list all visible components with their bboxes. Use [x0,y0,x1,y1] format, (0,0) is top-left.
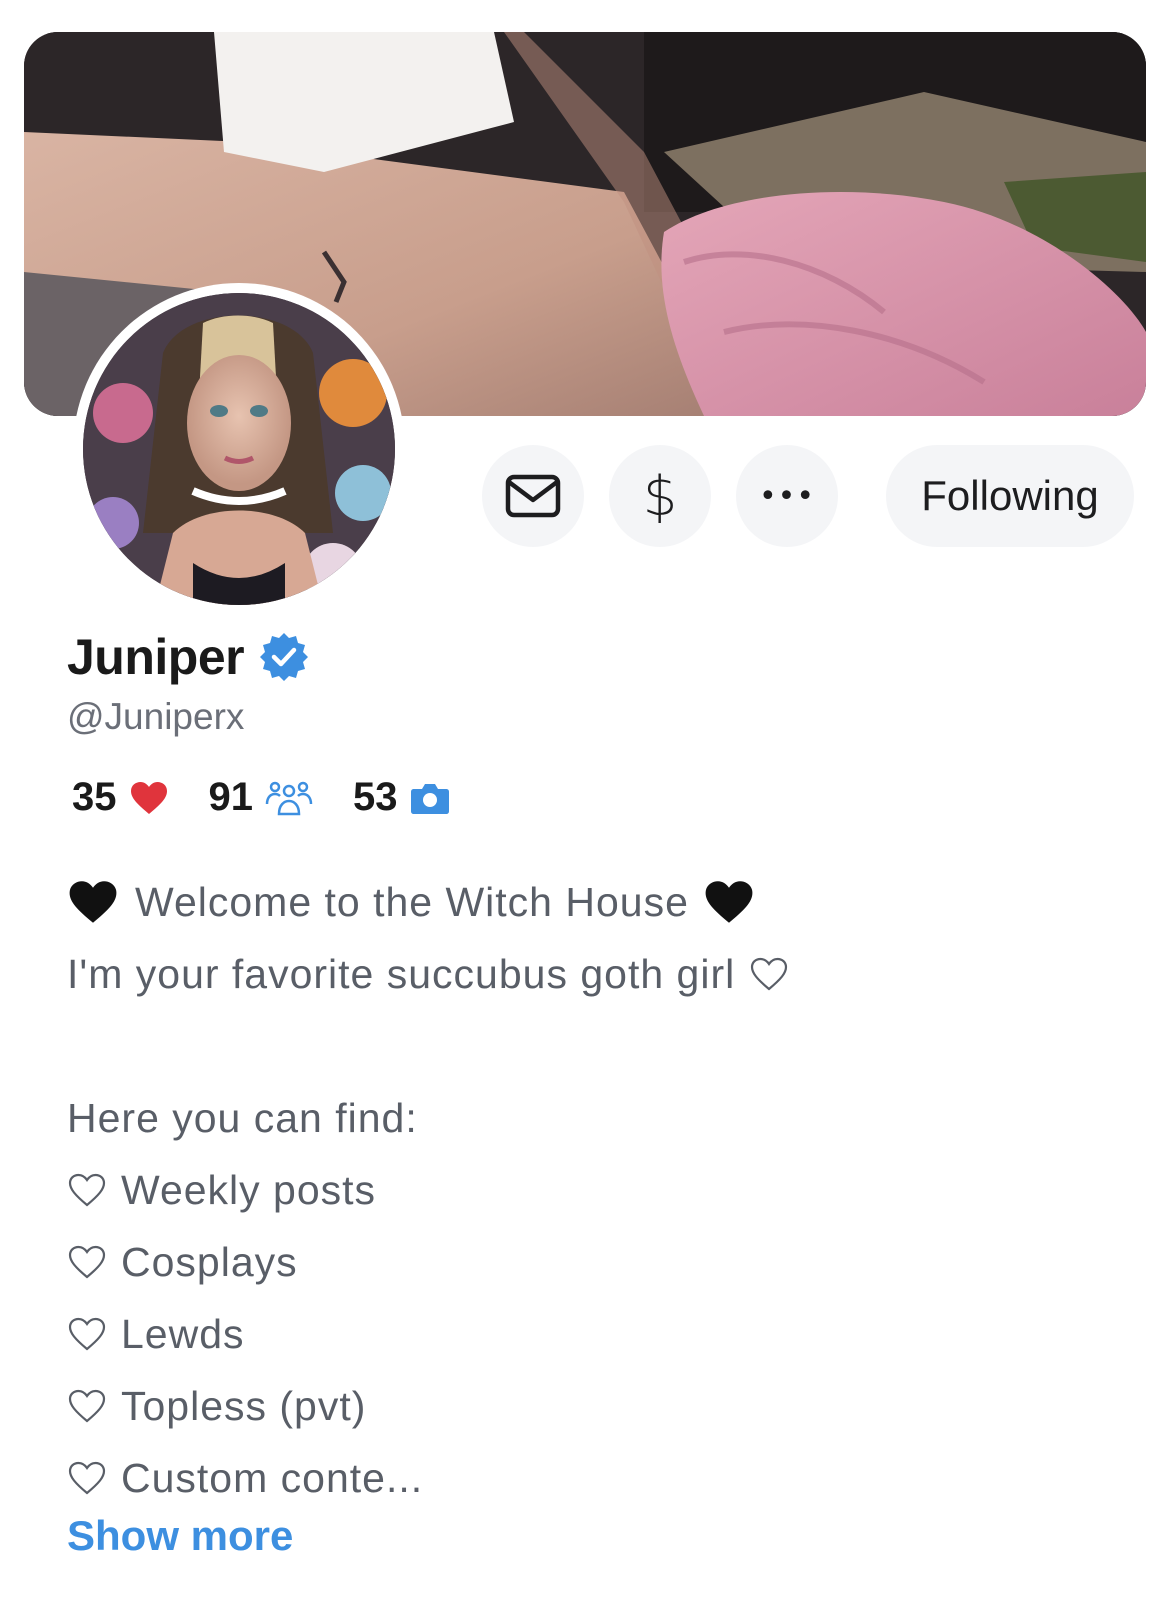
black-heart-icon [69,881,117,923]
bio-list-heading: Here you can find: [67,1082,1127,1154]
bio-item-text: Weekly posts [121,1166,377,1213]
heart-outline-icon [68,1245,106,1279]
people-icon [265,781,313,815]
bio-list-item: Weekly posts [67,1154,1127,1226]
envelope-icon [505,474,561,518]
bio-list-item: Lewds [67,1298,1127,1370]
heart-outline-icon [68,1461,106,1495]
more-options-button[interactable]: ••• [736,445,838,547]
heart-icon [130,781,167,814]
tip-button[interactable]: $ [609,445,711,547]
likes-count: 35 [72,775,117,819]
message-button[interactable] [482,445,584,547]
bio-line-2: I'm your favorite succubus goth girl [67,950,736,997]
username-handle: @Juniperx [67,696,245,737]
heart-outline-icon [68,1317,106,1351]
avatar[interactable] [73,283,405,615]
display-name: Juniper [67,629,245,685]
profile-name-row: Juniper [67,628,310,686]
avatar-image [83,293,395,605]
bio-line-3: Here you can find: [67,1094,418,1141]
heart-outline-icon [68,1173,106,1207]
bio: Welcome to the Witch House I'm your favo… [67,866,1127,1514]
bio-line-1: Welcome to the Witch House [135,878,689,925]
black-heart-icon [705,881,753,923]
bio-item-text: Custom conte... [121,1454,424,1501]
heart-outline-icon [751,957,788,991]
show-more-link[interactable]: Show more [67,1512,293,1560]
photos-count: 53 [353,775,398,819]
heart-outline-icon [68,1389,106,1423]
dollar-icon: $ [642,464,678,528]
bio-list-item: Custom conte... [67,1442,1127,1514]
likes-stat: 35 [72,775,169,820]
bio-list-item: Topless (pvt) [67,1370,1127,1442]
subscribers-stat: 91 [209,775,314,820]
bio-item-text: Lewds [121,1310,245,1357]
bio-item-text: Cosplays [121,1238,298,1285]
bio-tagline: I'm your favorite succubus goth girl [67,938,1127,1010]
bio-list-item: Cosplays [67,1226,1127,1298]
camera-icon [410,783,449,814]
verified-badge-icon [260,633,309,681]
more-dots-icon: ••• [758,478,816,514]
subscribers-count: 91 [208,775,254,819]
bio-welcome-line: Welcome to the Witch House [67,866,1127,938]
bio-item-text: Topless (pvt) [121,1382,367,1429]
photos-stat: 53 [353,775,450,820]
profile-stats: 35 91 53 [72,775,490,820]
following-button[interactable]: Following [886,445,1134,547]
